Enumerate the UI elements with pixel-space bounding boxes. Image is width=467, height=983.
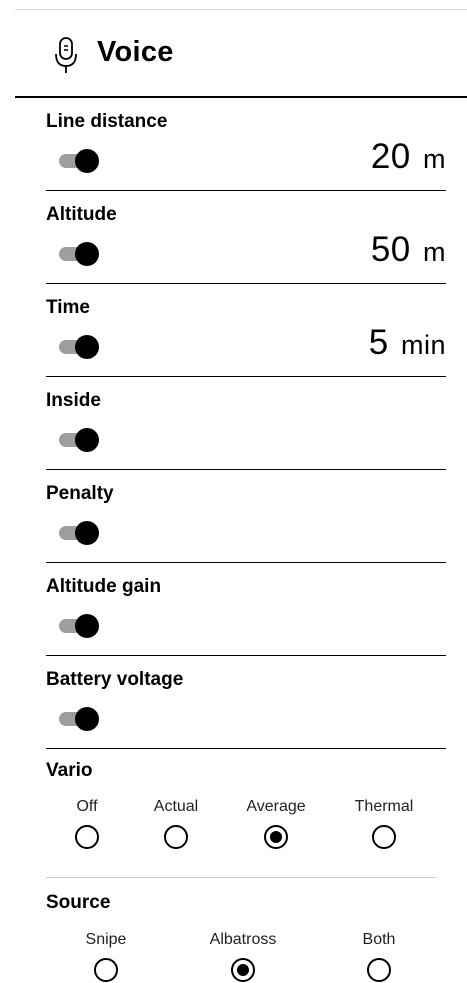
radio-button[interactable] [367, 958, 391, 982]
setting-row-altitude: Altitude 50 m [46, 191, 446, 284]
altitude-toggle[interactable] [59, 240, 103, 266]
penalty-toggle[interactable] [59, 519, 103, 545]
setting-row-penalty: Penalty [46, 470, 446, 563]
section-divider [46, 877, 437, 878]
toggle-thumb [75, 149, 99, 173]
value-number: 50 [370, 230, 411, 269]
option-label: Thermal [354, 798, 414, 815]
radio-button-selected[interactable] [264, 825, 288, 849]
toggle-thumb [75, 335, 99, 359]
vario-label: Vario [46, 760, 93, 781]
time-toggle[interactable] [59, 333, 103, 359]
line-distance-toggle[interactable] [59, 147, 103, 173]
toggle-thumb [75, 614, 99, 638]
setting-label: Line distance [46, 111, 168, 132]
toggle-thumb [75, 242, 99, 266]
setting-value[interactable]: 20 m [371, 137, 446, 177]
source-option-albatross[interactable]: Albatross [193, 928, 293, 982]
microphone-icon [55, 37, 77, 73]
option-label: Actual [153, 798, 199, 815]
option-label: Off [76, 798, 98, 815]
setting-label: Battery voltage [46, 669, 184, 690]
source-option-both[interactable]: Both [329, 928, 429, 982]
option-label: Snipe [85, 931, 127, 948]
setting-row-time: Time 5 min [46, 284, 446, 377]
value-unit: m [423, 237, 446, 267]
radio-dot [237, 964, 249, 976]
setting-row-inside: Inside [46, 377, 446, 470]
option-label: Average [246, 798, 306, 815]
vario-option-off[interactable]: Off [37, 795, 137, 849]
row-divider [46, 748, 446, 749]
setting-label: Inside [46, 390, 101, 411]
radio-button[interactable] [75, 825, 99, 849]
page-header: Voice [0, 10, 467, 96]
setting-value[interactable]: 5 min [369, 323, 446, 363]
vario-option-average[interactable]: Average [226, 795, 326, 849]
setting-row-battery-voltage: Battery voltage [46, 656, 446, 749]
radio-button-selected[interactable] [231, 958, 255, 982]
source-label: Source [46, 892, 111, 913]
altitude-gain-toggle[interactable] [59, 612, 103, 638]
battery-voltage-toggle[interactable] [59, 705, 103, 731]
vario-option-thermal[interactable]: Thermal [334, 795, 434, 849]
inside-toggle[interactable] [59, 426, 103, 452]
setting-value[interactable]: 50 m [371, 230, 446, 270]
vario-option-actual[interactable]: Actual [126, 795, 226, 849]
setting-row-line-distance: Line distance 20 m [46, 98, 446, 191]
page-title: Voice [97, 36, 174, 68]
radio-dot [270, 831, 282, 843]
toggle-thumb [75, 707, 99, 731]
value-unit: min [400, 330, 446, 360]
option-label: Both [362, 931, 396, 948]
setting-label: Altitude [46, 204, 117, 225]
radio-button[interactable] [164, 825, 188, 849]
setting-label: Altitude gain [46, 576, 162, 597]
value-unit: m [423, 144, 446, 174]
radio-button[interactable] [94, 958, 118, 982]
option-label: Albatross [209, 931, 277, 948]
value-number: 5 [368, 323, 389, 362]
radio-button[interactable] [372, 825, 396, 849]
source-option-snipe[interactable]: Snipe [56, 928, 156, 982]
value-number: 20 [370, 137, 411, 176]
toggle-thumb [75, 521, 99, 545]
setting-label: Time [46, 297, 91, 318]
setting-label: Penalty [46, 483, 114, 504]
setting-row-altitude-gain: Altitude gain [46, 563, 446, 656]
toggle-thumb [75, 428, 99, 452]
